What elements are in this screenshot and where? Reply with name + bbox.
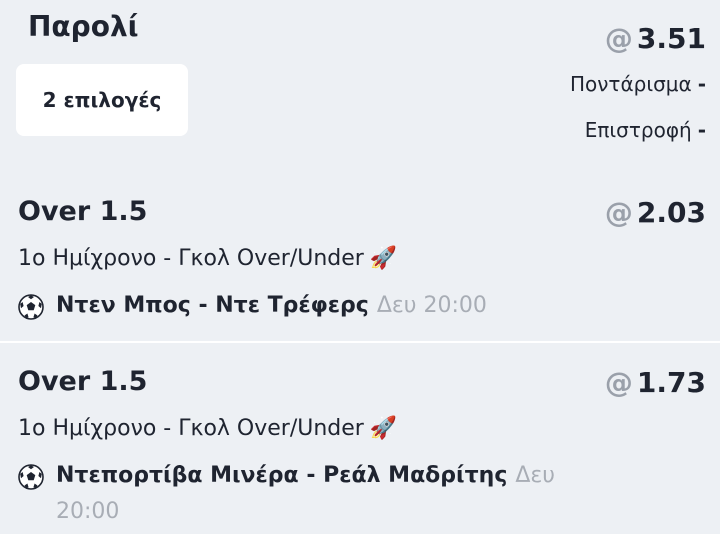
selection-odds-value: 2.03 xyxy=(636,196,706,229)
match-teams: Ντεπορτίβα Μινέρα - Ρεάλ Μαδρίτης xyxy=(56,463,508,488)
selection-odds-value: 1.73 xyxy=(636,366,706,399)
return-line: Επιστροφή - xyxy=(585,118,706,142)
selection-odds: @2.03 xyxy=(605,196,706,229)
betslip-header: Παρολί 2 επιλογές @3.51 Ποντάρισμα - Επισ… xyxy=(0,0,720,180)
match-row: Ντεν Μπος - Ντε Τρέφερς Δευ 20:00 xyxy=(18,288,608,324)
selections-count-chip[interactable]: 2 επιλογές xyxy=(16,64,188,136)
return-value: - xyxy=(697,118,706,142)
match-row: Ντεπορτίβα Μινέρα - Ρεάλ Μαδρίτης Δευ 20:… xyxy=(18,458,608,530)
match-teams: Ντεν Μπος - Ντε Τρέφερς xyxy=(56,293,369,318)
selection-odds: @1.73 xyxy=(605,366,706,399)
stake-line: Ποντάρισμα - xyxy=(570,72,706,96)
at-symbol: @ xyxy=(604,196,633,229)
rocket-icon: 🚀 xyxy=(369,416,398,441)
selection-divider xyxy=(0,341,720,343)
selection-description-text: 1ο Ημίχρονο - Γκολ Over/Under xyxy=(18,416,364,441)
selection-description-text: 1ο Ημίχρονο - Γκολ Over/Under xyxy=(18,246,364,271)
stake-label: Ποντάρισμα xyxy=(569,72,692,96)
selection-item[interactable]: Over 1.5 @1.73 1ο Ημίχρονο - Γκολ Over/U… xyxy=(0,350,720,534)
at-symbol: @ xyxy=(604,22,633,55)
selection-item[interactable]: Over 1.5 @2.03 1ο Ημίχρονο - Γκολ Over/U… xyxy=(0,180,720,342)
selection-description: 1ο Ημίχρονο - Γκολ Over/Under 🚀 xyxy=(18,246,397,271)
selection-market: Over 1.5 xyxy=(18,196,148,227)
rocket-icon: 🚀 xyxy=(369,246,398,271)
selection-description: 1ο Ημίχρονο - Γκολ Over/Under 🚀 xyxy=(18,416,397,441)
stake-value: - xyxy=(697,72,706,96)
soccer-ball-icon xyxy=(18,464,44,490)
at-symbol: @ xyxy=(604,366,633,399)
soccer-ball-icon xyxy=(18,294,44,320)
total-odds: @3.51 xyxy=(605,22,706,55)
bet-type-title: Παρολί xyxy=(28,10,139,43)
match-kickoff: Δευ 20:00 xyxy=(376,293,487,318)
selection-market: Over 1.5 xyxy=(18,366,148,397)
return-label: Επιστροφή xyxy=(584,118,692,142)
total-odds-value: 3.51 xyxy=(636,22,706,55)
